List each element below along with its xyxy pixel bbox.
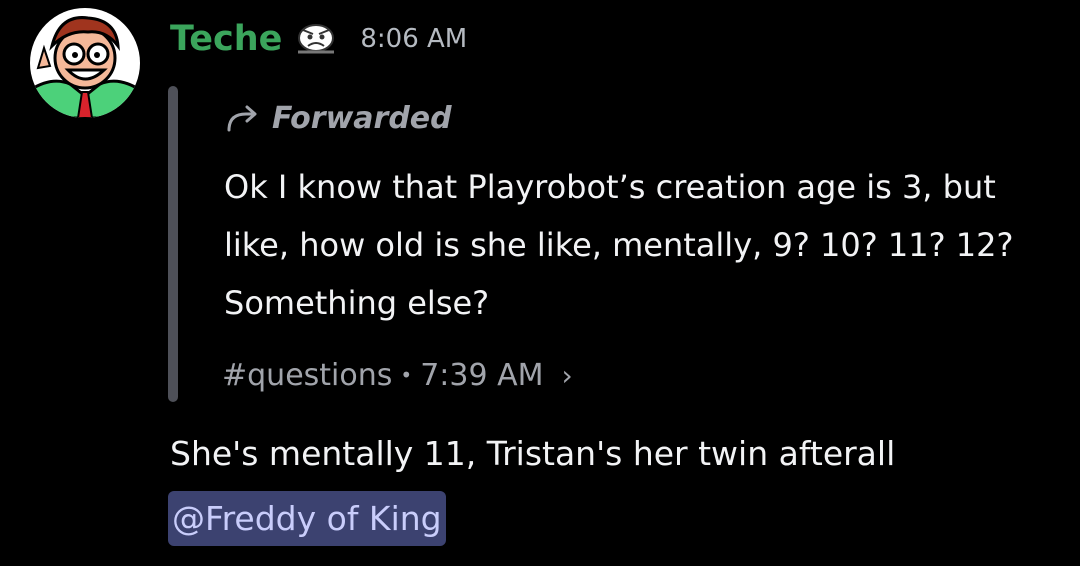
source-time: 7:39 AM [420, 357, 544, 393]
forwarded-label: Forwarded [272, 100, 452, 136]
reply-message-text: She's mentally 11, Tristan's her twin af… [170, 434, 896, 473]
username[interactable]: Teche [170, 19, 282, 59]
avatar-cartoon-icon [30, 8, 140, 118]
user-mention[interactable]: @Freddy of King [168, 491, 446, 546]
forwarded-message-text: Ok I know that Playrobot’s creation age … [224, 168, 1014, 322]
user-avatar[interactable] [30, 8, 140, 118]
chevron-right-icon: › [561, 358, 573, 392]
forward-quote-bar [168, 86, 178, 402]
forward-source-link[interactable]: #questions • 7:39 AM › [222, 352, 573, 398]
source-channel: #questions [222, 357, 393, 393]
message-header: Teche 8:06 AM [170, 14, 467, 64]
forward-arrow-icon [227, 105, 257, 132]
custom-emoji-face-icon[interactable] [294, 22, 338, 56]
forwarded-indicator: Forwarded [224, 96, 452, 140]
meta-separator: • [400, 363, 413, 387]
message-timestamp: 8:06 AM [360, 24, 468, 54]
